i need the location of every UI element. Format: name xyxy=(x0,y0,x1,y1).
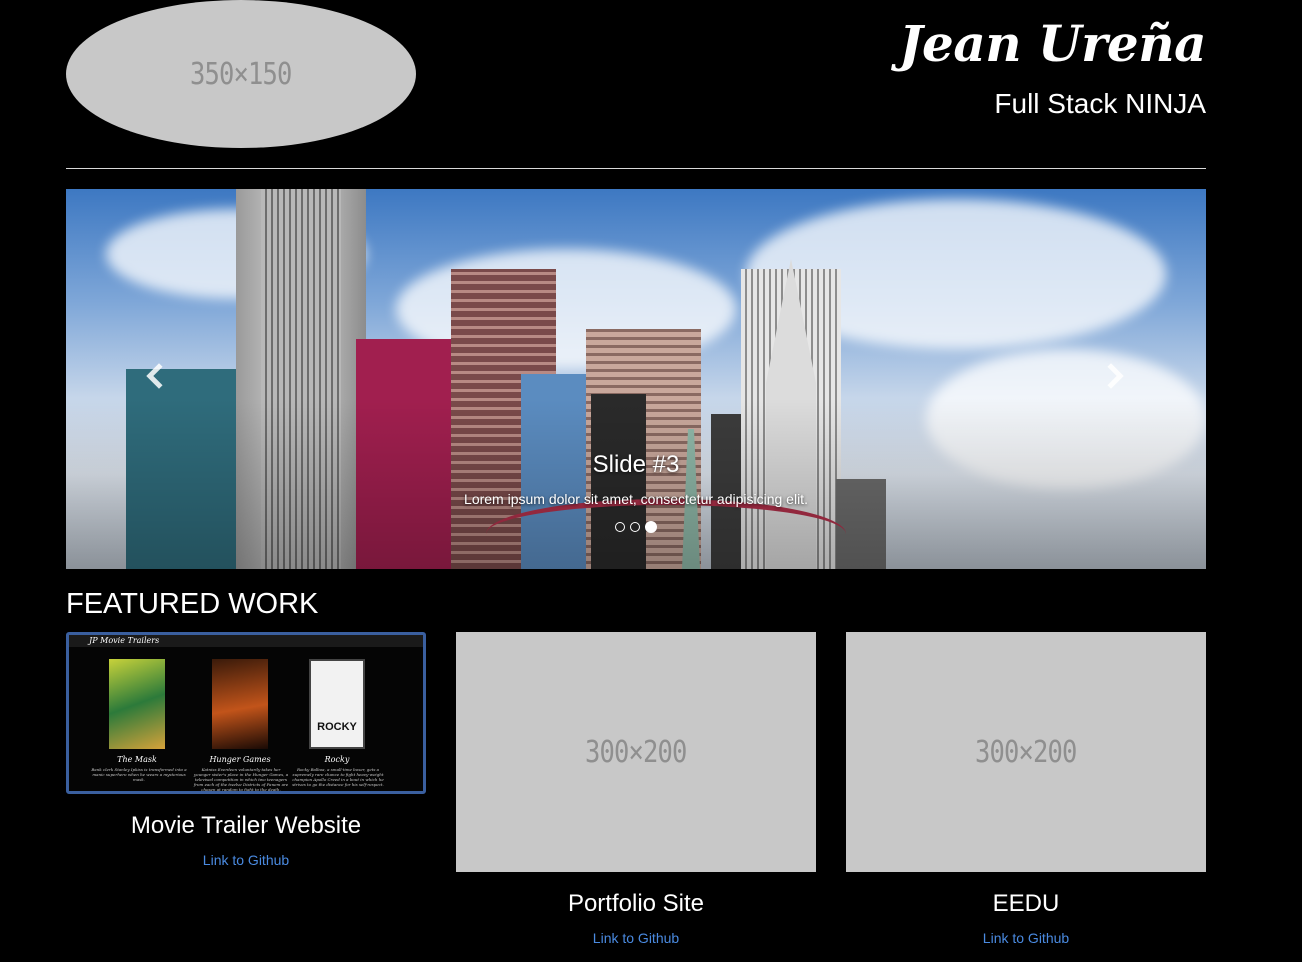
header-divider xyxy=(66,168,1206,169)
work-item-portfolio: 300×200 Portfolio Site Link to Github xyxy=(456,632,816,946)
carousel-caption-title: Slide #3 xyxy=(592,451,680,478)
carousel-indicator-3[interactable] xyxy=(645,521,657,533)
poster-rocky-text: ROCKY xyxy=(317,721,357,733)
carousel-caption-text: Lorem ipsum dolor sit amet, consectetur … xyxy=(464,491,808,507)
movie-desc-wrap: Katniss Everdeen voluntarily takes her y… xyxy=(193,767,289,791)
movie-desc-wrap: Rocky Balboa, a small-time boxer, gets a… xyxy=(290,767,384,787)
featured-heading: FEATURED WORK xyxy=(66,588,319,620)
image-carousel[interactable]: Slide #3 Lorem ipsum dolor sit amet, con… xyxy=(66,189,1206,569)
movie-description: Katniss Everdeen voluntarily takes her y… xyxy=(193,767,289,792)
placeholder-text: 300×200 xyxy=(975,734,1077,770)
carousel-indicator-2[interactable] xyxy=(630,522,640,532)
work-thumbnail-placeholder[interactable]: 300×200 xyxy=(846,632,1206,872)
logo-placeholder: 350×150 xyxy=(66,0,416,148)
carousel-shade xyxy=(66,189,1206,569)
carousel-indicator-1[interactable] xyxy=(615,522,625,532)
preview-site-title: JP Movie Trailers xyxy=(69,635,423,647)
work-item-movie-trailer: Movie Trailer Website Link to Github xyxy=(66,812,426,868)
movie-description: Bank clerk Stanley Ipkiss is transformed… xyxy=(91,767,187,782)
logo-placeholder-text: 350×150 xyxy=(190,56,292,92)
carousel-indicators xyxy=(66,521,1206,533)
poster-the-mask xyxy=(109,659,165,749)
work-thumbnail-placeholder[interactable]: 300×200 xyxy=(456,632,816,872)
poster-rocky: ROCKY xyxy=(309,659,365,749)
site-tagline: Full Stack NINJA xyxy=(994,88,1206,119)
movie-name: The Mask xyxy=(117,755,157,764)
work-title: Portfolio Site xyxy=(567,890,705,917)
work-item-eedu: 300×200 EEDU Link to Github xyxy=(846,632,1206,946)
github-link[interactable]: Link to Github xyxy=(66,852,426,868)
github-link[interactable]: Link to Github xyxy=(456,930,816,946)
work-title: EEDU xyxy=(992,890,1060,917)
github-link[interactable]: Link to Github xyxy=(846,930,1206,946)
movie-name: Rocky xyxy=(324,755,350,764)
movie-desc-wrap: Bank clerk Stanley Ipkiss is transformed… xyxy=(91,767,186,782)
movie-description: Rocky Balboa, a small-time boxer, gets a… xyxy=(292,767,384,787)
site-name: Jean Ureña xyxy=(898,14,1207,73)
work-title: Movie Trailer Website xyxy=(130,812,362,839)
movie-name: Hunger Games xyxy=(209,755,271,764)
movie-trailer-thumbnail[interactable]: JP Movie Trailers ROCKY The Mask Hunger … xyxy=(66,632,426,794)
placeholder-text: 300×200 xyxy=(585,734,687,770)
poster-hunger-games xyxy=(212,659,268,749)
